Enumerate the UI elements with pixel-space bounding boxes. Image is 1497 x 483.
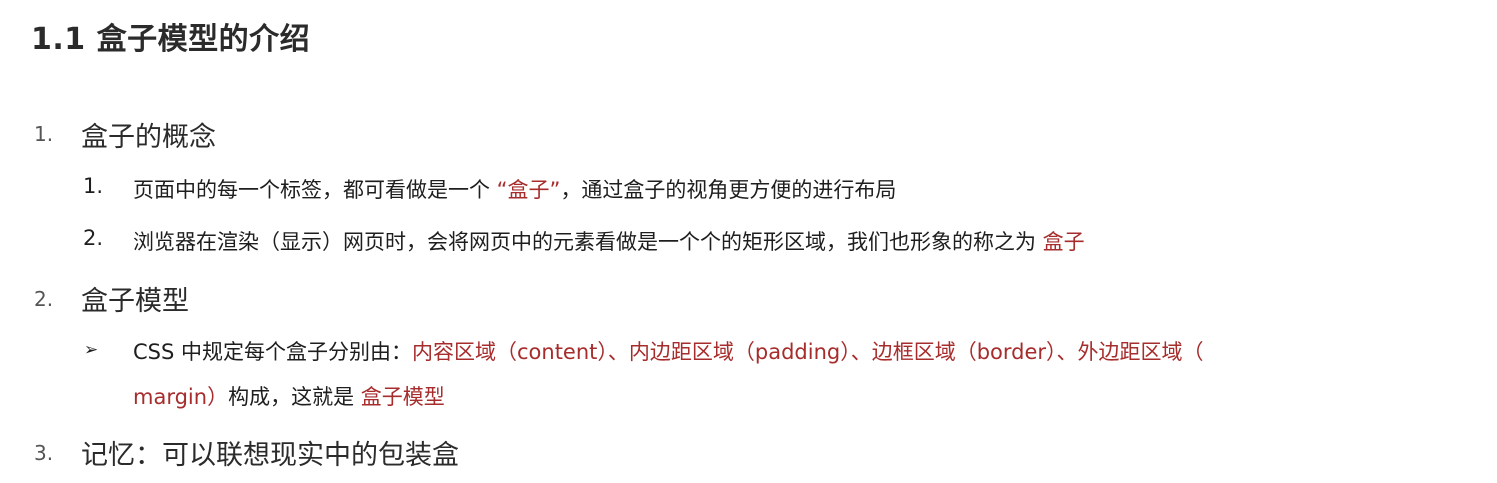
page-title: 1.1 盒子模型的介绍 [31, 22, 311, 57]
item-1-2-highlight: 盒子 [1036, 230, 1085, 254]
box-model-margin: margin） [133, 385, 229, 409]
item-1-2-text: 浏览器在渲染（显示）网页时，会将网页中的元素看做是一个个的矩形区域，我们也形象的… [133, 226, 1085, 256]
box-model-line-2: margin）构成，这就是 盒子模型 [133, 381, 445, 411]
box-model-areas: 内容区域（content）、内边距区域（padding）、边框区域（border… [412, 340, 1204, 364]
item-1-2-text-before: 浏览器在渲染（显示）网页时，会将网页中的元素看做是一个个的矩形区域，我们也形象的… [133, 230, 1036, 254]
box-model-term: 盒子模型 [354, 385, 445, 409]
box-model-composition: 构成，这就是 [228, 385, 355, 409]
item-1-1-text-after: ，通过盒子的视角更方便的进行布局 [560, 178, 897, 202]
item-1-1-number: 1. [83, 174, 104, 198]
document-page: 1.1 盒子模型的介绍 1. 盒子的概念 1. 页面中的每一个标签，都可看做是一… [0, 0, 1497, 483]
arrow-bullet-icon: ➢ [84, 340, 99, 360]
section-3-number: 3. [34, 441, 54, 465]
section-2-heading: 盒子模型 [81, 286, 189, 317]
section-2-number: 2. [34, 287, 54, 311]
item-1-2-number: 2. [83, 226, 104, 250]
section-1-number: 1. [34, 122, 54, 146]
section-3-heading: 记忆：可以联想现实中的包装盒 [81, 440, 459, 471]
section-1-heading: 盒子的概念 [81, 122, 216, 153]
item-1-1-text: 页面中的每一个标签，都可看做是一个 “盒子”，通过盒子的视角更方便的进行布局 [133, 174, 896, 204]
box-model-prefix: CSS 中规定每个盒子分别由： [133, 340, 412, 364]
box-model-line-1: CSS 中规定每个盒子分别由：内容区域（content）、内边距区域（paddi… [133, 336, 1204, 366]
item-1-1-highlight: “盒子” [490, 178, 561, 202]
item-1-1-text-before: 页面中的每一个标签，都可看做是一个 [133, 178, 490, 202]
